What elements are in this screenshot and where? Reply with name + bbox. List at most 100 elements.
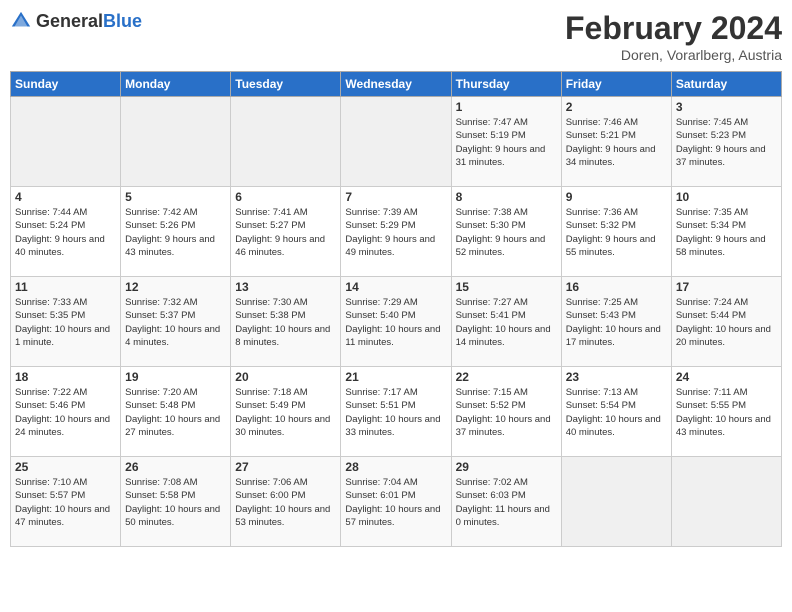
day-number: 26 [125,460,226,474]
calendar-cell-w4d1: 26 Sunrise: 7:08 AMSunset: 5:58 PMDayligh… [121,457,231,547]
calendar-cell-w1d1: 5Sunrise: 7:42 AMSunset: 5:26 PMDaylight… [121,187,231,277]
calendar-cell-w2d6: 17 Sunrise: 7:24 AMSunset: 5:44 PMDayligh… [671,277,781,367]
day-number: 23 [566,370,667,384]
day-number: 14 [345,280,446,294]
logo: GeneralBlue [10,10,142,32]
day-info: Sunrise: 7:18 AMSunset: 5:49 PMDaylight:… [235,386,336,439]
day-number: 4 [15,190,116,204]
day-info: Sunrise: 7:38 AMSunset: 5:30 PMDaylight:… [456,206,557,259]
day-info: Sunrise: 7:30 AMSunset: 5:38 PMDaylight:… [235,296,336,349]
calendar-cell-w3d0: 18 Sunrise: 7:22 AMSunset: 5:46 PMDayligh… [11,367,121,457]
day-info: Sunrise: 7:15 AMSunset: 5:52 PMDaylight:… [456,386,557,439]
day-info: Sunrise: 7:04 AMSunset: 6:01 PMDaylight:… [345,476,446,529]
day-number: 1 [456,100,557,114]
day-number: 18 [15,370,116,384]
calendar-cell-w0d2 [231,97,341,187]
day-info: Sunrise: 7:17 AMSunset: 5:51 PMDaylight:… [345,386,446,439]
location-title: Doren, Vorarlberg, Austria [565,47,782,63]
day-info: Sunrise: 7:45 AMSunset: 5:23 PMDaylight:… [676,116,777,169]
weekday-header-sunday: Sunday [11,72,121,97]
calendar-cell-w0d6: 3Sunrise: 7:45 AMSunset: 5:23 PMDaylight… [671,97,781,187]
day-info: Sunrise: 7:41 AMSunset: 5:27 PMDaylight:… [235,206,336,259]
day-number: 5 [125,190,226,204]
calendar-cell-w0d3 [341,97,451,187]
day-number: 24 [676,370,777,384]
day-number: 8 [456,190,557,204]
day-info: Sunrise: 7:32 AMSunset: 5:37 PMDaylight:… [125,296,226,349]
calendar-cell-w2d0: 11 Sunrise: 7:33 AMSunset: 5:35 PMDayligh… [11,277,121,367]
calendar-cell-w4d0: 25 Sunrise: 7:10 AMSunset: 5:57 PMDayligh… [11,457,121,547]
day-info: Sunrise: 7:33 AMSunset: 5:35 PMDaylight:… [15,296,116,349]
calendar-cell-w4d6 [671,457,781,547]
day-number: 21 [345,370,446,384]
calendar-cell-w2d1: 12 Sunrise: 7:32 AMSunset: 5:37 PMDayligh… [121,277,231,367]
weekday-header-friday: Friday [561,72,671,97]
day-info: Sunrise: 7:06 AMSunset: 6:00 PMDaylight:… [235,476,336,529]
day-info: Sunrise: 7:46 AMSunset: 5:21 PMDaylight:… [566,116,667,169]
day-number: 20 [235,370,336,384]
day-info: Sunrise: 7:25 AMSunset: 5:43 PMDaylight:… [566,296,667,349]
day-number: 29 [456,460,557,474]
calendar-cell-w0d5: 2 Sunrise: 7:46 AMSunset: 5:21 PMDaylight… [561,97,671,187]
weekday-header-wednesday: Wednesday [341,72,451,97]
day-number: 15 [456,280,557,294]
calendar-cell-w1d2: 6 Sunrise: 7:41 AMSunset: 5:27 PMDaylight… [231,187,341,277]
day-info: Sunrise: 7:20 AMSunset: 5:48 PMDaylight:… [125,386,226,439]
calendar-cell-w0d0 [11,97,121,187]
calendar-cell-w0d4: 1 Sunrise: 7:47 AMSunset: 5:19 PMDaylight… [451,97,561,187]
day-number: 6 [235,190,336,204]
logo-icon [10,10,32,32]
day-number: 28 [345,460,446,474]
calendar-cell-w1d3: 7 Sunrise: 7:39 AMSunset: 5:29 PMDaylight… [341,187,451,277]
day-number: 12 [125,280,226,294]
day-number: 17 [676,280,777,294]
calendar-cell-w4d4: 29 Sunrise: 7:02 AMSunset: 6:03 PMDayligh… [451,457,561,547]
calendar-cell-w3d1: 19 Sunrise: 7:20 AMSunset: 5:48 PMDayligh… [121,367,231,457]
calendar-cell-w1d0: 4 Sunrise: 7:44 AMSunset: 5:24 PMDaylight… [11,187,121,277]
day-info: Sunrise: 7:11 AMSunset: 5:55 PMDaylight:… [676,386,777,439]
calendar-table: SundayMondayTuesdayWednesdayThursdayFrid… [10,71,782,547]
day-info: Sunrise: 7:10 AMSunset: 5:57 PMDaylight:… [15,476,116,529]
weekday-header-tuesday: Tuesday [231,72,341,97]
calendar-cell-w4d3: 28 Sunrise: 7:04 AMSunset: 6:01 PMDayligh… [341,457,451,547]
weekday-header-thursday: Thursday [451,72,561,97]
calendar-cell-w4d5 [561,457,671,547]
day-info: Sunrise: 7:24 AMSunset: 5:44 PMDaylight:… [676,296,777,349]
day-info: Sunrise: 7:29 AMSunset: 5:40 PMDaylight:… [345,296,446,349]
calendar-cell-w3d3: 21 Sunrise: 7:17 AMSunset: 5:51 PMDayligh… [341,367,451,457]
calendar-cell-w0d1 [121,97,231,187]
calendar-cell-w2d2: 13 Sunrise: 7:30 AMSunset: 5:38 PMDayligh… [231,277,341,367]
calendar-cell-w2d3: 14 Sunrise: 7:29 AMSunset: 5:40 PMDayligh… [341,277,451,367]
logo-blue-text: Blue [103,11,142,31]
day-number: 19 [125,370,226,384]
calendar-cell-w3d5: 23 Sunrise: 7:13 AMSunset: 5:54 PMDayligh… [561,367,671,457]
day-number: 16 [566,280,667,294]
day-info: Sunrise: 7:22 AMSunset: 5:46 PMDaylight:… [15,386,116,439]
title-area: February 2024 Doren, Vorarlberg, Austria [565,10,782,63]
day-number: 2 [566,100,667,114]
calendar-cell-w4d2: 27 Sunrise: 7:06 AMSunset: 6:00 PMDayligh… [231,457,341,547]
day-info: Sunrise: 7:13 AMSunset: 5:54 PMDaylight:… [566,386,667,439]
month-title: February 2024 [565,10,782,47]
day-number: 25 [15,460,116,474]
calendar-cell-w3d4: 22 Sunrise: 7:15 AMSunset: 5:52 PMDayligh… [451,367,561,457]
calendar-cell-w1d6: 10 Sunrise: 7:35 AMSunset: 5:34 PMDayligh… [671,187,781,277]
day-number: 22 [456,370,557,384]
day-info: Sunrise: 7:27 AMSunset: 5:41 PMDaylight:… [456,296,557,349]
calendar-cell-w1d5: 9Sunrise: 7:36 AMSunset: 5:32 PMDaylight… [561,187,671,277]
day-info: Sunrise: 7:44 AMSunset: 5:24 PMDaylight:… [15,206,116,259]
day-number: 13 [235,280,336,294]
day-info: Sunrise: 7:35 AMSunset: 5:34 PMDaylight:… [676,206,777,259]
day-number: 11 [15,280,116,294]
day-number: 10 [676,190,777,204]
day-info: Sunrise: 7:39 AMSunset: 5:29 PMDaylight:… [345,206,446,259]
day-info: Sunrise: 7:02 AMSunset: 6:03 PMDaylight:… [456,476,557,529]
day-number: 7 [345,190,446,204]
weekday-header-monday: Monday [121,72,231,97]
day-info: Sunrise: 7:08 AMSunset: 5:58 PMDaylight:… [125,476,226,529]
weekday-header-saturday: Saturday [671,72,781,97]
day-info: Sunrise: 7:47 AMSunset: 5:19 PMDaylight:… [456,116,557,169]
calendar-cell-w1d4: 8 Sunrise: 7:38 AMSunset: 5:30 PMDaylight… [451,187,561,277]
day-number: 27 [235,460,336,474]
calendar-cell-w3d6: 24 Sunrise: 7:11 AMSunset: 5:55 PMDayligh… [671,367,781,457]
